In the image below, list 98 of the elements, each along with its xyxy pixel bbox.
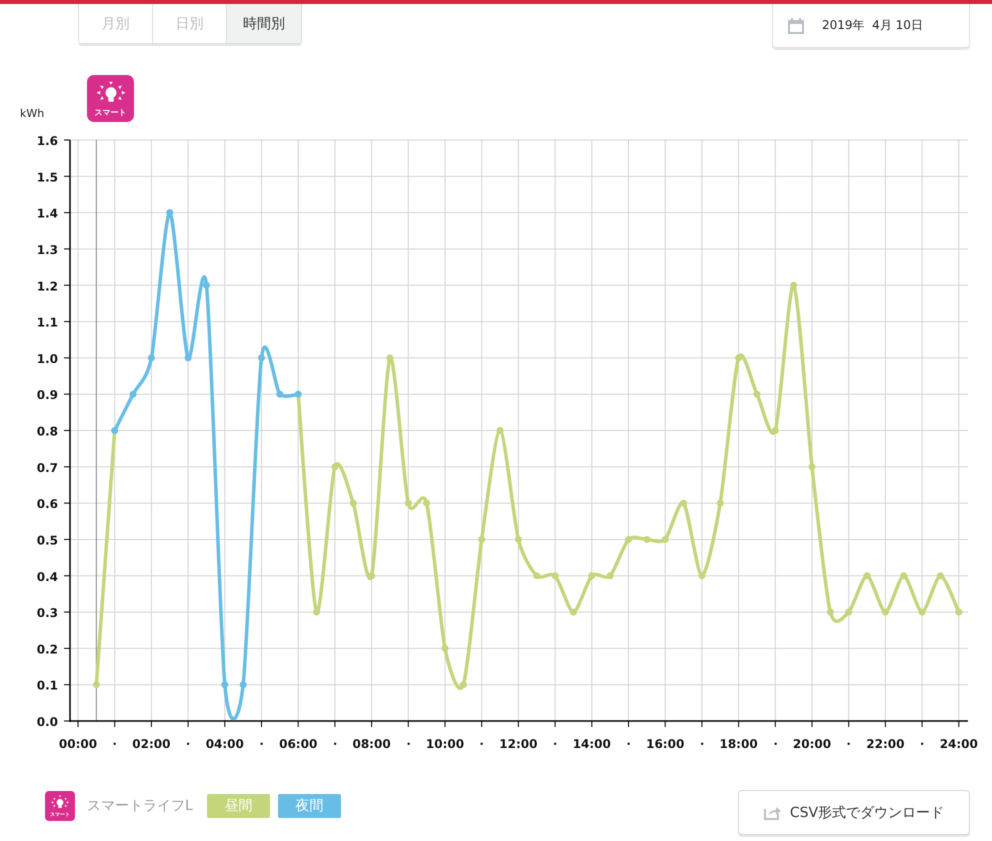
data-point — [698, 572, 706, 580]
axis-label: 22:00 — [866, 737, 904, 751]
data-point — [772, 427, 779, 434]
axis-label: 20:00 — [792, 737, 832, 751]
axis-label: 02:00 — [132, 737, 170, 751]
axis-label: 1.6 — [36, 134, 58, 148]
data-point — [202, 282, 210, 289]
axis-label: 04:00 — [206, 737, 244, 751]
data-point — [130, 390, 137, 398]
legend-item: 夜間 — [278, 794, 341, 818]
data-point — [606, 572, 614, 580]
data-point — [496, 427, 504, 434]
axis-label: ・ — [549, 737, 562, 751]
data-point — [350, 500, 357, 507]
data-point — [221, 681, 228, 688]
data-point — [955, 608, 962, 616]
legend-item: 昼間 — [206, 794, 270, 818]
data-point — [184, 354, 192, 362]
axis-label: 0.1 — [36, 678, 58, 693]
tab[interactable]: 時間別 — [227, 4, 301, 43]
data-point — [276, 390, 284, 398]
csv-download-button[interactable]: CSV形式でダウンロード — [738, 790, 970, 835]
axis-label: 0.0 — [36, 715, 58, 729]
data-point — [588, 572, 596, 580]
data-point — [625, 536, 632, 543]
data-point — [368, 572, 376, 580]
axis-label: 1.1 — [36, 316, 58, 330]
axis-label: ・ — [842, 737, 855, 751]
data-point — [423, 500, 430, 507]
data-point — [240, 681, 247, 688]
data-point — [680, 500, 688, 507]
data-point — [258, 354, 265, 362]
axis-label: 16:00 — [646, 737, 684, 751]
axis-label: 0.3 — [36, 606, 58, 620]
data-point — [92, 681, 100, 688]
axis-label: 10:00 — [426, 737, 464, 751]
axis-label: ・ — [182, 737, 194, 751]
axis-label: ・ — [328, 737, 341, 751]
axis-label: ・ — [769, 737, 782, 751]
axis-label: 00:00 — [58, 737, 98, 751]
axis-label: 0.9 — [36, 388, 58, 402]
data-point — [442, 644, 448, 652]
data-point — [643, 536, 650, 543]
data-point — [313, 608, 320, 616]
data-point — [514, 536, 522, 543]
axis-label: 1.0 — [36, 352, 58, 366]
date-picker[interactable]: 2019年 4月 10日 — [772, 4, 970, 48]
data-point — [552, 572, 559, 580]
axis-label: ・ — [256, 737, 268, 751]
data-point — [331, 463, 338, 470]
axis-label: 1.5 — [36, 170, 58, 184]
axis-label: ・ — [916, 737, 928, 751]
axis-label: 0.4 — [36, 570, 58, 584]
data-point — [148, 354, 155, 362]
data-point — [716, 500, 724, 507]
axis-label: ・ — [476, 737, 488, 751]
data-point — [808, 463, 816, 470]
axis-label: 1.4 — [36, 206, 58, 221]
data-point — [386, 354, 394, 362]
data-point — [900, 572, 908, 580]
axis-label: 24:00 — [940, 737, 978, 751]
axis-label: ・ — [402, 737, 414, 751]
data-point — [478, 536, 486, 543]
data-point — [735, 354, 742, 362]
data-point — [864, 572, 871, 580]
axis-label: 0.8 — [36, 424, 58, 438]
data-point — [460, 681, 467, 688]
data-point — [826, 608, 834, 616]
badge-caption: スマート — [94, 108, 127, 116]
axis-label: 0.5 — [36, 533, 58, 548]
data-point — [753, 390, 760, 398]
data-point — [662, 536, 669, 543]
data-point — [882, 608, 889, 616]
axis-label: 12:00 — [499, 737, 538, 751]
axis-label: 1.3 — [36, 242, 58, 257]
axis-label: 06:00 — [279, 737, 318, 751]
data-point — [533, 572, 540, 580]
axis-label: 0.2 — [36, 642, 58, 656]
data-point — [166, 209, 174, 216]
axis-label: 14:00 — [572, 737, 611, 751]
data-point — [570, 608, 577, 616]
axis-label: ・ — [696, 737, 708, 751]
axis-label: ・ — [108, 737, 121, 751]
data-point — [790, 282, 798, 289]
calendar-icon — [788, 18, 804, 34]
data-point — [404, 500, 412, 507]
axis-label: 18:00 — [720, 737, 758, 751]
axis-label: 0.6 — [36, 497, 58, 512]
share-icon — [764, 805, 782, 820]
axis-label: 1.2 — [36, 279, 58, 294]
axis-label: 08:00 — [352, 737, 391, 751]
data-point — [845, 608, 852, 616]
plan-name: スマートライフL — [87, 797, 193, 815]
axis-label: ・ — [622, 737, 634, 751]
data-point — [936, 572, 944, 580]
data-point — [918, 608, 926, 616]
axis-label: 0.7 — [36, 460, 58, 475]
axis-title: kWh — [20, 107, 44, 120]
